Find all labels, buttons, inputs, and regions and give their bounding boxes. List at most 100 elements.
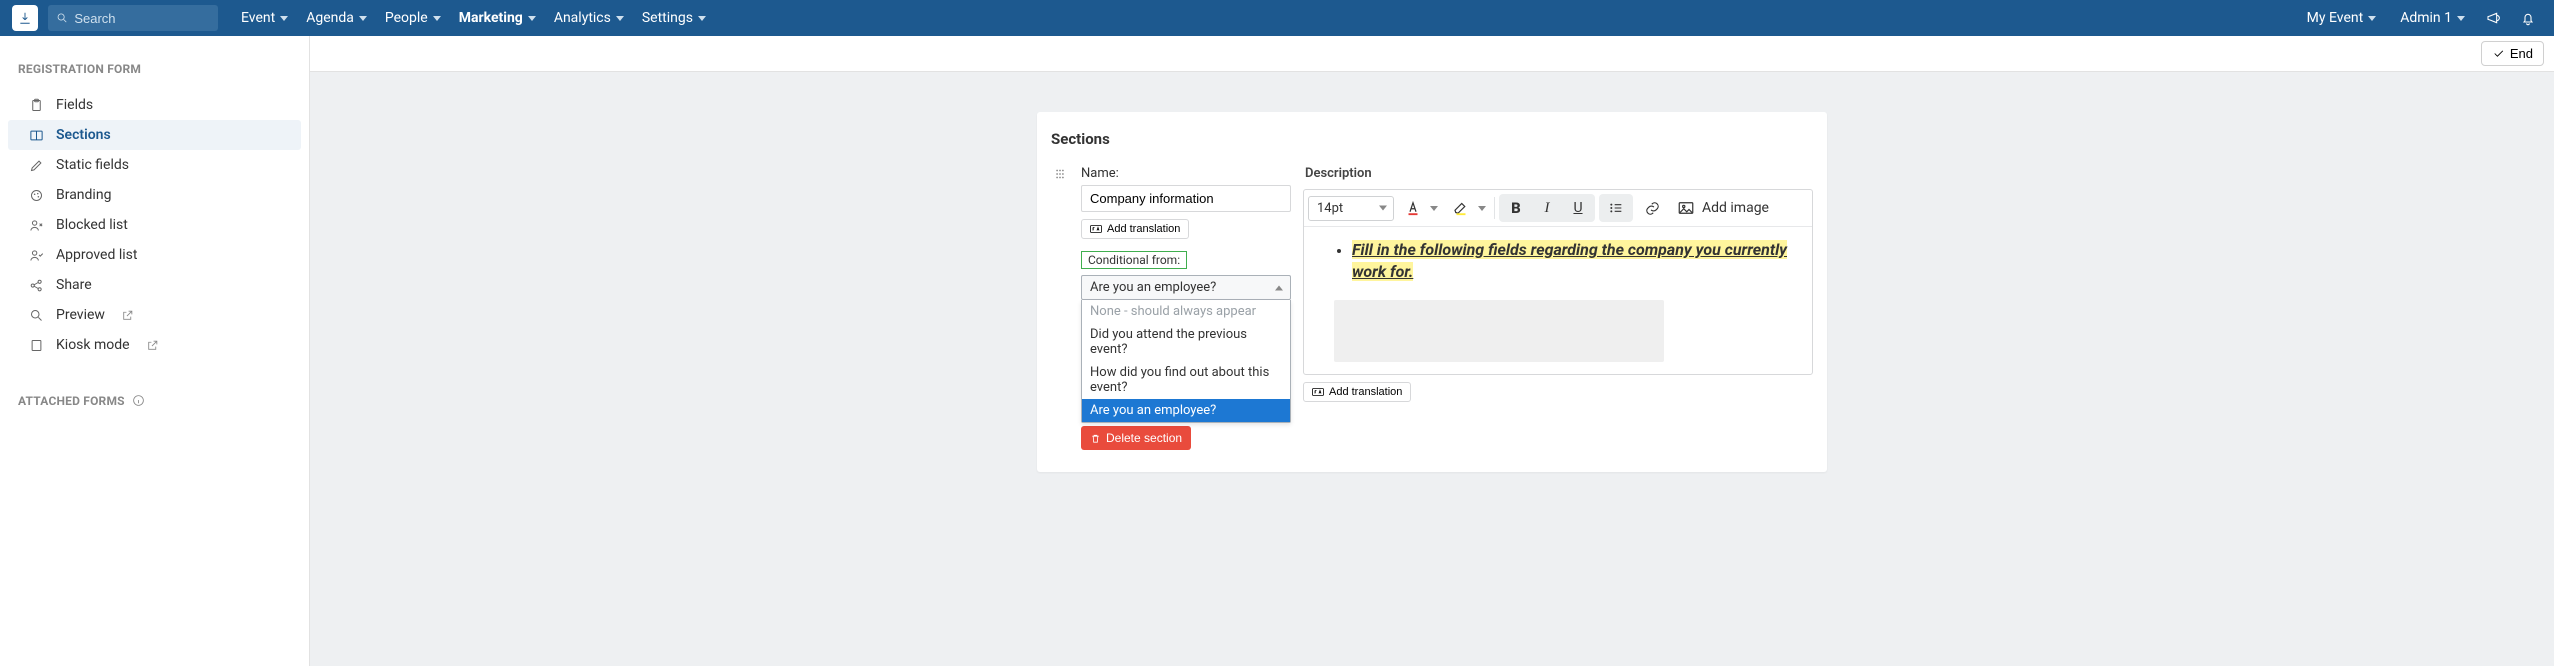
section-name-input[interactable]	[1081, 185, 1291, 212]
editor-text: Fill in the following fields regarding t…	[1352, 240, 1787, 281]
sidebar-item-approved-list[interactable]: Approved list	[8, 240, 301, 270]
user-menu[interactable]: Admin 1	[2391, 0, 2474, 36]
editor-content[interactable]: Fill in the following fields regarding t…	[1304, 227, 1812, 374]
chevron-down-icon	[280, 16, 288, 21]
dropdown-option-selected[interactable]: Are you an employee?	[1082, 399, 1290, 422]
sections-panel: Sections Name: Add translation Conditio	[1037, 112, 1827, 472]
announcements-button[interactable]	[2480, 4, 2508, 32]
bold-button[interactable]: B	[1501, 196, 1531, 220]
nav-label: People	[385, 10, 428, 26]
conditional-from-dropdown: None - should always appear Did you atte…	[1081, 300, 1291, 423]
highlight-button[interactable]	[1446, 194, 1476, 222]
nav-right: My Event Admin 1	[2298, 0, 2542, 36]
select-display[interactable]: Are you an employee?	[1081, 275, 1291, 300]
sidebar-item-label: Sections	[56, 127, 111, 143]
text-color-icon	[1404, 199, 1422, 217]
clipboard-icon	[28, 97, 44, 113]
bullet-list-button[interactable]	[1601, 196, 1631, 220]
italic-button[interactable]: I	[1532, 196, 1562, 220]
sidebar-item-static-fields[interactable]: Static fields	[8, 150, 301, 180]
text-style-group: B I U	[1499, 194, 1595, 222]
sidebar-item-blocked-list[interactable]: Blocked list	[8, 210, 301, 240]
conditional-from-select[interactable]: Are you an employee? None - should alway…	[1081, 275, 1291, 300]
sidebar-item-branding[interactable]: Branding	[8, 180, 301, 210]
sidebar-item-fields[interactable]: Fields	[8, 90, 301, 120]
pen-icon	[28, 157, 44, 173]
add-translation-button[interactable]: Add translation	[1303, 382, 1411, 402]
megaphone-icon	[2486, 10, 2502, 26]
sidebar-item-sections[interactable]: Sections	[8, 120, 301, 150]
global-search[interactable]	[48, 5, 218, 31]
external-link-icon	[121, 309, 134, 322]
sidebar-item-kiosk-mode[interactable]: Kiosk mode	[8, 330, 301, 360]
nav-event[interactable]: Event	[232, 0, 297, 36]
chevron-down-icon[interactable]	[1478, 206, 1486, 211]
nav-settings[interactable]: Settings	[633, 0, 715, 36]
link-button[interactable]	[1637, 194, 1667, 222]
editor-toolbar: 14pt	[1304, 190, 1812, 227]
sidebar-item-label: Preview	[56, 307, 105, 323]
nav-label: Marketing	[459, 10, 523, 26]
search-input[interactable]	[74, 11, 210, 26]
nav-marketing[interactable]: Marketing	[450, 0, 545, 36]
nav-agenda[interactable]: Agenda	[297, 0, 376, 36]
drag-handle[interactable]	[1051, 167, 1069, 181]
action-bar: End	[310, 36, 2554, 72]
end-button[interactable]: End	[2481, 41, 2544, 66]
check-icon	[2492, 47, 2505, 60]
sidebar-item-label: Fields	[56, 97, 93, 113]
chevron-down-icon	[698, 16, 706, 21]
app-logo[interactable]	[12, 5, 38, 31]
end-label: End	[2510, 46, 2533, 61]
right-column: Description 14pt	[1303, 166, 1813, 402]
chevron-down-icon	[528, 16, 536, 21]
columns-icon	[28, 127, 44, 143]
chevron-down-icon	[359, 16, 367, 21]
top-navbar: Event Agenda People Marketing Analytics …	[0, 0, 2554, 36]
sidebar-item-label: Blocked list	[56, 217, 128, 233]
event-switcher[interactable]: My Event	[2298, 0, 2386, 36]
chevron-down-icon[interactable]	[1430, 206, 1438, 211]
add-image-label: Add image	[1702, 200, 1769, 216]
description-label: Description	[1305, 166, 1813, 181]
list-group	[1599, 194, 1633, 222]
sidebar-item-preview[interactable]: Preview	[8, 300, 301, 330]
sidebar: REGISTRATION FORM Fields Sections Static…	[0, 36, 310, 666]
nav-people[interactable]: People	[376, 0, 450, 36]
info-icon	[132, 396, 145, 410]
underline-button[interactable]: U	[1563, 196, 1593, 220]
user-check-icon	[28, 247, 44, 263]
dropdown-option[interactable]: Did you attend the previous event?	[1082, 323, 1290, 361]
translate-icon	[1312, 387, 1324, 397]
sidebar-item-share[interactable]: Share	[8, 270, 301, 300]
add-translation-label: Add translation	[1107, 223, 1180, 235]
chevron-up-icon	[1275, 285, 1283, 290]
dropdown-option[interactable]: How did you find out about this event?	[1082, 361, 1290, 399]
search-icon	[56, 11, 68, 25]
canvas: Sections Name: Add translation Conditio	[310, 72, 2554, 666]
external-link-icon	[146, 339, 159, 352]
sidebar-item-label: Branding	[56, 187, 111, 203]
text-color-button[interactable]	[1398, 194, 1428, 222]
panel-title: Sections	[1051, 130, 1813, 148]
notifications-button[interactable]	[2514, 4, 2542, 32]
font-size-value: 14pt	[1317, 201, 1343, 216]
brush-icon	[28, 187, 44, 203]
nav-analytics[interactable]: Analytics	[545, 0, 633, 36]
link-icon	[1644, 200, 1661, 217]
chevron-down-icon	[1379, 206, 1387, 211]
grip-icon	[1053, 167, 1067, 181]
left-column: Name: Add translation Conditional from: …	[1081, 166, 1291, 450]
dropdown-option-none[interactable]: None - should always appear	[1082, 300, 1290, 323]
search-icon	[28, 307, 44, 323]
delete-section-button[interactable]: Delete section	[1081, 426, 1191, 450]
font-size-select[interactable]: 14pt	[1308, 196, 1394, 221]
add-image-button[interactable]: Add image	[1671, 199, 1775, 217]
chevron-down-icon	[2457, 16, 2465, 21]
nav-label: Analytics	[554, 10, 611, 26]
conditional-from-label: Conditional from:	[1081, 251, 1187, 269]
underline-icon: U	[1573, 200, 1582, 216]
add-translation-button[interactable]: Add translation	[1081, 219, 1189, 239]
chevron-down-icon	[616, 16, 624, 21]
content-area: End Sections Name: Add translati	[310, 36, 2554, 666]
